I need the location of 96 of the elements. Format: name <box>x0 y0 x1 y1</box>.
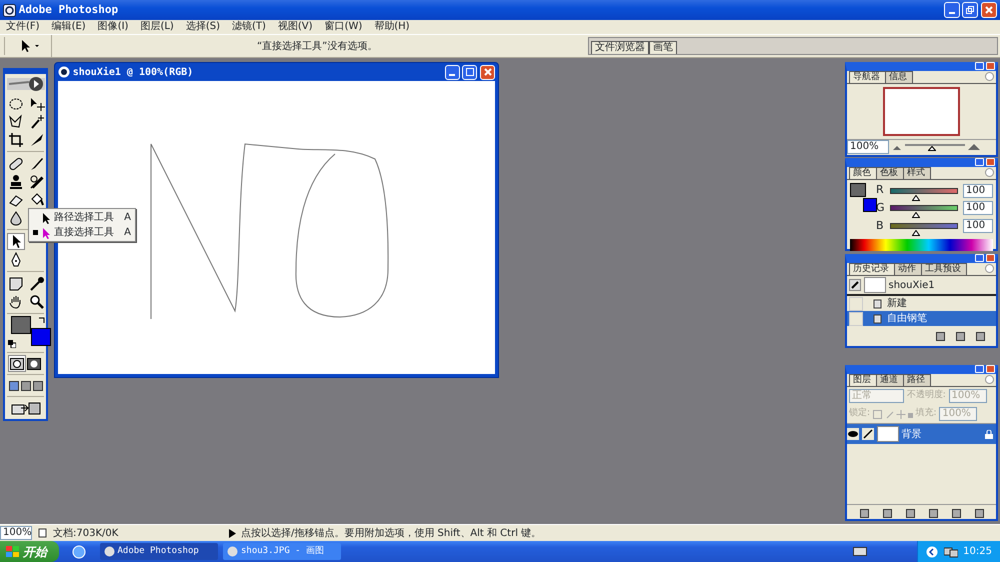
lock-label: 锁定: <box>849 407 870 420</box>
menu-item[interactable]: 选择(S) <box>180 20 226 34</box>
panel-tab[interactable]: 颜色 <box>849 167 877 179</box>
visibility-box[interactable] <box>849 312 863 326</box>
close-button[interactable] <box>986 365 995 373</box>
panel-tab[interactable]: 样式 <box>903 167 931 179</box>
channel-label: B <box>876 218 884 234</box>
panel-menu-button[interactable] <box>985 264 994 273</box>
menu-item[interactable]: 帮助(H) <box>368 20 416 34</box>
arrow-pointer-icon <box>41 212 51 224</box>
panel-tab[interactable]: 图层 <box>849 374 877 386</box>
menu-item[interactable]: 编辑(E) <box>46 20 92 34</box>
minimize-button[interactable] <box>944 2 960 18</box>
panel-tab[interactable]: 信息 <box>885 71 913 83</box>
layer-thumbnail <box>876 426 898 442</box>
palette-well-tab[interactable]: 画笔 <box>649 41 677 54</box>
quick-mask-button[interactable] <box>26 355 44 372</box>
close-icon[interactable] <box>984 5 994 15</box>
selected-bullet-icon <box>33 230 38 235</box>
app-icon <box>227 546 238 557</box>
taskbar-button[interactable]: shou3.JPG - 画图 <box>223 543 342 560</box>
history-state-label[interactable]: 新建 <box>887 296 907 311</box>
taskbar-button[interactable]: Adobe Photoshop <box>100 543 218 560</box>
channel-label: R <box>876 182 884 198</box>
layer-row[interactable]: 背景 <box>847 424 996 444</box>
close-button[interactable] <box>986 254 995 262</box>
default-colors-icon[interactable] <box>8 340 16 348</box>
zoom-field[interactable]: 100% <box>0 526 32 540</box>
panel-tab[interactable]: 导航器 <box>849 71 886 83</box>
eye-icon[interactable] <box>847 428 859 440</box>
window-title: Adobe Photoshop <box>18 2 118 18</box>
background-swatch[interactable] <box>863 198 877 212</box>
panel-tab[interactable]: 色板 <box>876 167 904 179</box>
shortcut-key: A <box>124 210 131 225</box>
minimize-button[interactable] <box>975 158 984 166</box>
zoom-field[interactable]: 100% <box>847 140 889 154</box>
panel-tab[interactable]: 历史记录 <box>849 263 895 275</box>
opacity-label: 不透明度: <box>906 389 946 402</box>
panel-menu-button[interactable] <box>985 72 994 81</box>
app-icon <box>104 546 115 557</box>
menu-item[interactable]: 滤镜(T) <box>226 20 272 34</box>
standard-mode-button[interactable] <box>8 355 26 372</box>
arrow-pointer-icon <box>41 226 51 238</box>
minimize-button[interactable] <box>975 365 984 373</box>
lock-icon <box>985 430 993 438</box>
fill-label: 填充: <box>916 407 937 420</box>
document-info-icon[interactable] <box>38 528 48 538</box>
snapshot-name: shouXie1 <box>888 278 935 292</box>
document-title: shouXie1 @ 100%(RGB) <box>72 66 194 80</box>
start-button[interactable]: 开始 <box>0 541 59 562</box>
zoom-in-icon[interactable] <box>967 143 982 151</box>
panel-tab[interactable]: 路径 <box>903 374 931 386</box>
windows-flag-icon <box>6 546 20 558</box>
zoom-out-icon[interactable] <box>892 143 902 151</box>
background-swatch[interactable] <box>31 328 51 346</box>
foreground-swatch[interactable] <box>850 183 866 197</box>
app-icon <box>3 4 16 16</box>
clock: 10:25 <box>963 545 992 559</box>
snapshot-thumbnail <box>864 277 886 293</box>
channel-value-field[interactable]: 100 <box>963 219 993 233</box>
menu-item[interactable]: 图像(I) <box>92 20 134 34</box>
panel-tab[interactable]: 通道 <box>876 374 904 386</box>
minimize-button[interactable] <box>975 62 984 70</box>
restore-button[interactable] <box>962 2 978 18</box>
channel-value-field[interactable]: 100 <box>963 201 993 216</box>
close-button[interactable] <box>986 62 995 70</box>
eye-logo-icon[interactable] <box>6 76 44 92</box>
status-hint: 点按以选择/拖移锚点。要用附加选项，使用 Shift、Alt 和 Ctrl 键。 <box>241 526 542 540</box>
options-message: “直接选择工具”没有选项。 <box>257 40 378 54</box>
menu-item[interactable]: 视图(V) <box>272 20 319 34</box>
close-button[interactable] <box>986 158 995 166</box>
close-button[interactable] <box>981 2 997 18</box>
keyboard-icon[interactable] <box>853 547 868 556</box>
minimize-button[interactable] <box>975 254 984 262</box>
menu-item[interactable]: 窗口(W) <box>318 20 368 34</box>
shortcut-key: A <box>124 225 131 240</box>
document-size: 文档:703K/0K <box>53 526 120 540</box>
network-icon[interactable] <box>944 546 958 558</box>
palette-well-tab[interactable]: 文件浏览器 <box>591 41 649 54</box>
brush-icon[interactable] <box>862 428 874 440</box>
zoom-slider[interactable] <box>904 143 964 151</box>
channel-value-field[interactable]: 100 <box>963 184 993 198</box>
menu-item[interactable]: 图层(L) <box>134 20 180 34</box>
document-icon <box>58 66 70 78</box>
flyout-item-label[interactable]: 路径选择工具 <box>54 210 122 225</box>
panel-menu-button[interactable] <box>985 375 994 384</box>
flyout-item-label[interactable]: 直接选择工具 <box>54 225 122 240</box>
snapshot-brush-icon[interactable] <box>849 279 861 291</box>
color-spectrum[interactable] <box>850 238 993 250</box>
restore-icon[interactable] <box>965 5 976 15</box>
panel-tab[interactable]: 工具预设 <box>921 263 967 275</box>
panel-tab[interactable]: 动作 <box>894 263 922 275</box>
foreground-swatch[interactable] <box>11 316 31 334</box>
play-arrow-icon[interactable] <box>228 528 236 538</box>
menu-item[interactable]: 文件(F) <box>0 20 46 34</box>
panel-menu-button[interactable] <box>985 168 994 177</box>
